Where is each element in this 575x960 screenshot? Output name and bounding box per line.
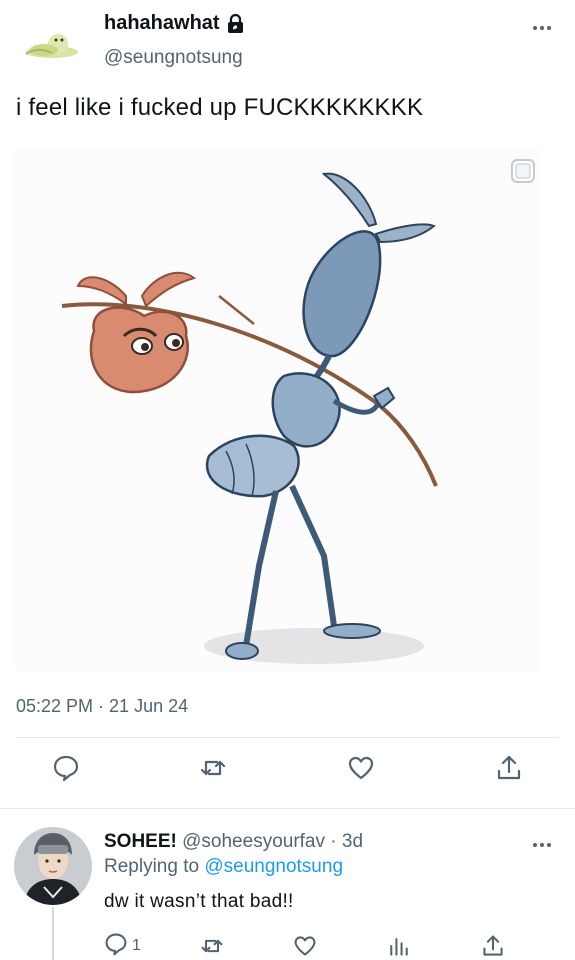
alt-text-icon[interactable] [510,158,536,184]
reply-actions: 1 [0,933,575,960]
reply-tweet: SOHEE! @soheesyourfav · 3d Replying to @… [0,809,575,960]
more-icon[interactable] [531,837,553,847]
more-icon[interactable] [531,20,553,30]
replying-prefix: Replying to [104,856,205,877]
tweet-text: i feel like i fucked up FUCKKKKKKKK [16,94,424,121]
avatar[interactable] [14,827,92,905]
reply-text: dw it wasn’t that bad!! [104,891,294,912]
reply-author-row: SOHEE! @soheesyourfav · 3d [104,831,363,853]
reply-count: 1 [132,937,141,954]
retweet-icon[interactable] [200,933,224,959]
share-icon[interactable] [493,752,525,784]
views-icon[interactable] [387,933,411,959]
reply-icon[interactable] [104,932,128,960]
tweet-timestamp[interactable]: 05:22 PM · 21 Jun 24 [16,696,188,717]
replying-handle-link[interactable]: @seungnotsung [204,856,343,877]
reply-icon[interactable] [50,752,82,784]
replying-to: Replying to @seungnotsung [104,856,343,878]
lock-icon [226,13,245,34]
author-handle[interactable]: @seungnotsung [104,47,243,69]
tweet-actions [0,752,575,794]
avatar[interactable] [22,26,84,62]
retweet-icon[interactable] [197,752,229,784]
like-icon[interactable] [293,933,317,959]
like-icon[interactable] [345,752,377,784]
tweet-media-image[interactable] [14,146,542,672]
display-name[interactable]: hahahawhat [104,12,220,35]
display-name[interactable]: SOHEE! [104,831,177,852]
reply-button[interactable]: 1 [104,933,141,959]
reply-handle-meta[interactable]: @soheesyourfav · 3d [177,831,363,852]
share-icon[interactable] [481,933,505,959]
divider [16,737,559,738]
author-name-row: hahahawhat [104,12,245,35]
